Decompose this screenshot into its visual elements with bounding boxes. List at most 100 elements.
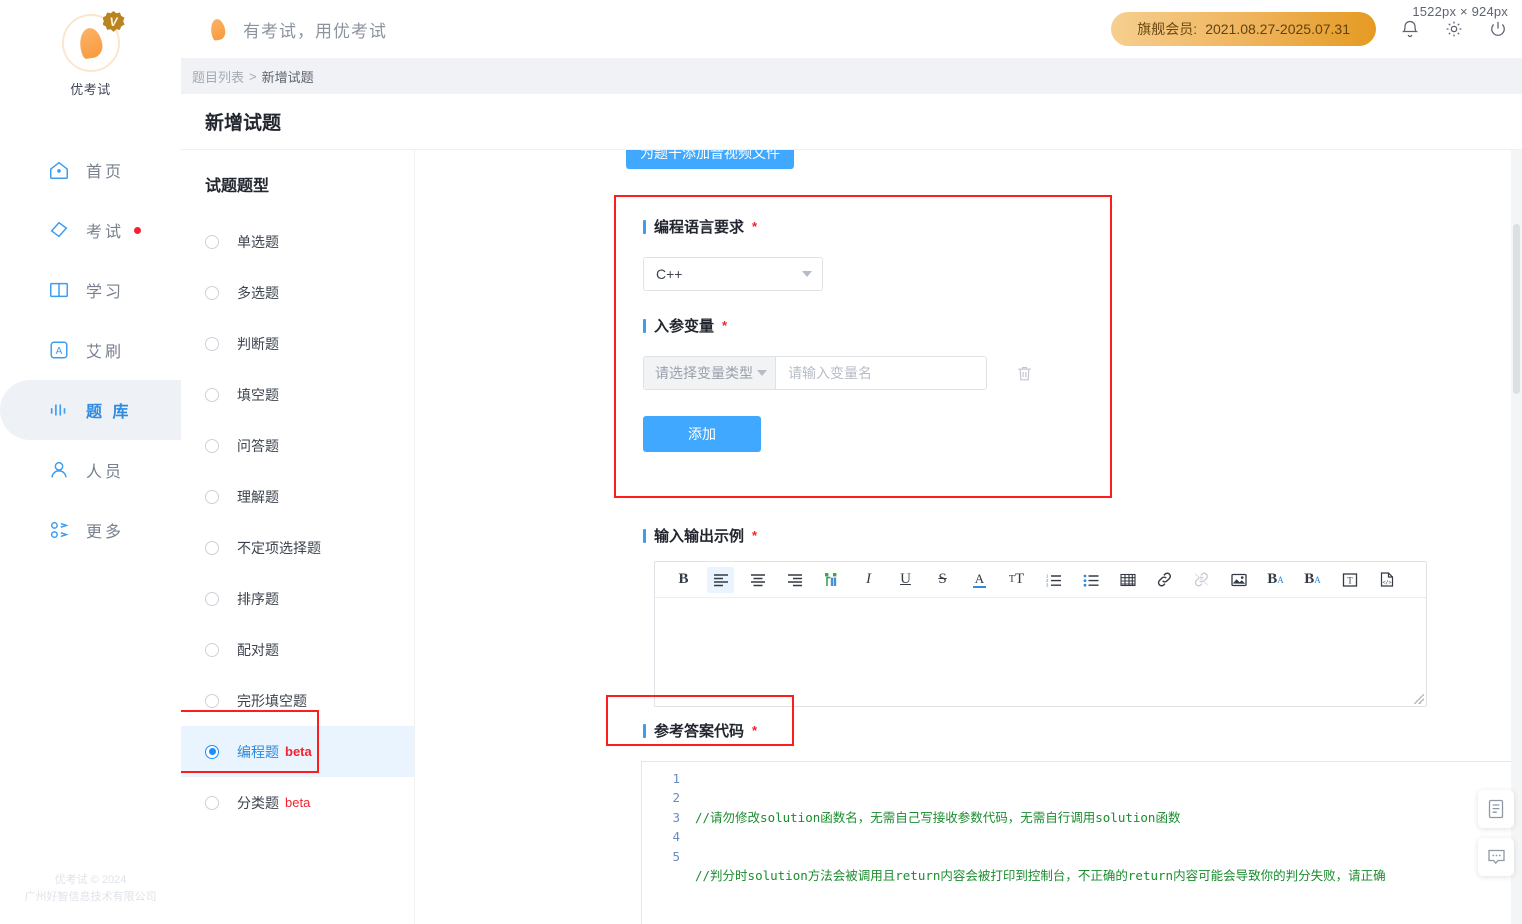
param-name-input[interactable] [775, 356, 987, 390]
content-scrollbar-thumb[interactable] [1513, 224, 1520, 394]
question-bank-icon [48, 399, 70, 421]
font-color-icon[interactable]: A [966, 567, 993, 593]
subscript-icon[interactable]: BA [1299, 567, 1326, 593]
notification-dot [134, 226, 142, 234]
sidebar-item-label: 题 库 [86, 404, 132, 421]
form-body: 试题题型 单选题 多选题 判断题 填空题 问答题 理解题 不定项选择题 排序题 … [181, 150, 1522, 924]
sidebar-item-people[interactable]: 人员 [0, 440, 181, 500]
qtype-label: 分类题 [237, 794, 279, 811]
line-number: 1 [672, 771, 680, 786]
lang-label-text: 编程语言要求 [654, 219, 745, 236]
viewport-size-label: 1522px × 924px [1412, 4, 1508, 19]
image-icon[interactable] [1225, 567, 1252, 593]
qtype-option-programming[interactable]: 编程题 beta [181, 726, 414, 777]
footer-company: 广州好智信息技术有限公司 [24, 891, 157, 903]
question-type-heading: 试题题型 [205, 178, 270, 195]
qtype-option-indefinite-choice[interactable]: 不定项选择题 [181, 522, 414, 573]
add-param-button[interactable]: 添加 [643, 416, 761, 452]
required-asterisk: * [752, 528, 758, 543]
link-icon[interactable] [1151, 567, 1178, 593]
align-left-icon[interactable] [707, 566, 734, 593]
text-direction-icon[interactable] [818, 567, 845, 593]
sidebar-item-more[interactable]: 更多 [0, 500, 181, 560]
font-size-icon[interactable]: TT [1003, 567, 1030, 593]
sidebar-item-question-bank[interactable]: 题 库 [0, 380, 181, 440]
gear-icon[interactable] [1444, 19, 1464, 39]
sidebar-item-study[interactable]: 学习 [0, 260, 181, 320]
answer-code-label: 参考答案代码 * [643, 720, 757, 741]
qtype-option-multi-choice[interactable]: 多选题 [181, 267, 414, 318]
code-content[interactable]: //请勿修改solution函数名，无需自己写接收参数代码，无需自行调用solu… [689, 762, 1522, 924]
io-example-editor: B I U S A T T 1 2 3 B A B A T </> [654, 561, 1427, 707]
table-icon[interactable] [1114, 567, 1141, 593]
question-type-panel: 试题题型 单选题 多选题 判断题 填空题 问答题 理解题 不定项选择题 排序题 … [181, 150, 415, 924]
text-box-icon[interactable]: T [1336, 567, 1363, 593]
sidebar-item-exam[interactable]: 考试 [0, 200, 181, 260]
qtype-option-fill-blank[interactable]: 填空题 [181, 369, 414, 420]
ordered-list-icon[interactable]: 123 [1040, 567, 1067, 593]
bullet-list-icon[interactable] [1077, 567, 1104, 593]
sidebar-item-label: 艾刷 [86, 344, 125, 361]
power-icon[interactable] [1488, 19, 1508, 39]
qtype-option-cloze[interactable]: 完形填空题 [181, 675, 414, 726]
add-media-button[interactable]: 为题干添加音视频文件 [626, 150, 794, 169]
breadcrumb: 题目列表 > 新增试题 [181, 58, 1522, 94]
source-code-icon[interactable]: </> [1373, 567, 1400, 593]
qtype-option-short-answer[interactable]: 问答题 [181, 420, 414, 471]
qtype-option-ordering[interactable]: 排序题 [181, 573, 414, 624]
document-icon[interactable] [1478, 790, 1514, 828]
sidebar-footer: 优考试 © 2024 广州好智信息技术有限公司 [0, 872, 181, 906]
qtype-option-true-false[interactable]: 判断题 [181, 318, 414, 369]
params-field: 入参变量 * 请选择变量类型 请输入变量名 添加 [643, 315, 1034, 452]
param-row: 请选择变量类型 [643, 356, 1034, 390]
qtype-option-comprehension[interactable]: 理解题 [181, 471, 414, 522]
superscript-icon[interactable]: BA [1262, 567, 1289, 593]
align-right-icon[interactable] [781, 567, 808, 593]
qtype-label: 判断题 [237, 335, 279, 352]
qtype-option-single-choice[interactable]: 单选题 [181, 216, 414, 267]
content-card: 新增试题 试题题型 单选题 多选题 判断题 填空题 问答题 理解题 不定项选择题… [181, 94, 1522, 924]
bell-icon[interactable] [1400, 19, 1420, 39]
qtype-label: 理解题 [237, 488, 279, 505]
italic-icon[interactable]: I [855, 567, 882, 593]
radio-icon [205, 387, 219, 402]
breadcrumb-root[interactable]: 题目列表 [192, 67, 244, 86]
params-field-label: 入参变量 * [643, 315, 1034, 336]
line-number: 5 [672, 848, 680, 864]
answer-code-editor[interactable]: 1 2 3 4 5 //请勿修改solution函数名，无需自己写接收参数代码，… [641, 761, 1522, 924]
sidebar-item-home[interactable]: 首页 [0, 140, 181, 200]
qtype-option-matching[interactable]: 配对题 [181, 624, 414, 675]
membership-dates: 2021.08.27-2025.07.31 [1205, 21, 1350, 37]
align-center-icon[interactable] [744, 567, 771, 593]
chevron-down-icon [757, 370, 767, 376]
qtype-option-classification[interactable]: 分类题 beta [181, 777, 414, 828]
param-type-select[interactable]: 请选择变量类型 [643, 356, 775, 390]
params-label-text: 入参变量 [654, 318, 715, 335]
language-select[interactable]: C++ [643, 257, 823, 291]
trash-icon[interactable] [1015, 364, 1034, 383]
app-leaf-icon [209, 17, 227, 41]
chevron-down-icon [802, 271, 812, 277]
strikethrough-icon[interactable]: S [929, 567, 956, 593]
sidebar-item-ai-brush[interactable]: A 艾刷 [0, 320, 181, 380]
radio-icon [205, 795, 219, 810]
chat-icon[interactable] [1478, 838, 1514, 876]
unlink-icon[interactable] [1188, 567, 1215, 593]
lang-field: 编程语言要求 * C++ [643, 216, 823, 291]
membership-badge[interactable]: 旗舰会员: 2021.08.27-2025.07.31 [1111, 12, 1376, 46]
radio-icon [205, 693, 219, 708]
bold-icon[interactable]: B [670, 567, 697, 593]
svg-text:T: T [1347, 575, 1353, 585]
underline-icon[interactable]: U [892, 567, 919, 593]
qtype-label: 排序题 [237, 590, 279, 607]
lang-field-label: 编程语言要求 * [643, 216, 823, 237]
app-slogan: 有考试，用优考试 [243, 21, 387, 41]
qtype-label: 配对题 [237, 641, 279, 658]
svg-text:A: A [56, 346, 63, 357]
resize-handle[interactable] [1414, 694, 1424, 704]
radio-icon [205, 489, 219, 504]
io-example-label: 输入输出示例 * [643, 525, 757, 546]
book-icon [48, 279, 70, 301]
io-example-text-area[interactable] [655, 598, 1426, 706]
brand-logo: V [61, 11, 125, 72]
